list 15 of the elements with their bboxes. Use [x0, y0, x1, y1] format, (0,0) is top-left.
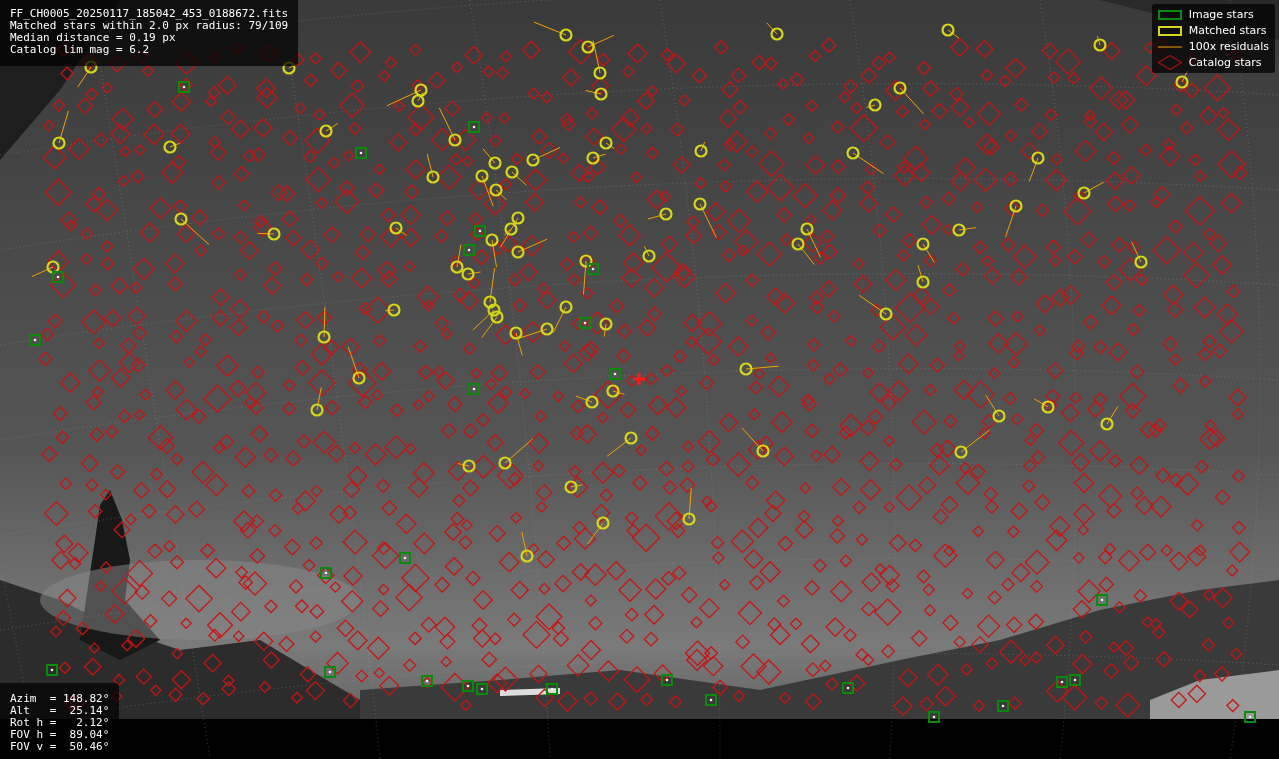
pointing-text: Alt = 25.14° [10, 705, 110, 717]
pointing-text: FOV h = 89.04° [10, 729, 110, 741]
legend-label: Image stars [1188, 8, 1254, 21]
info-text: Median distance = 0.19 px [10, 32, 177, 44]
legend-label: 100x residuals [1188, 40, 1269, 53]
info-text: Matched stars within 2.0 px radius: 79/109 [10, 20, 289, 32]
diamond-icon [1157, 55, 1182, 70]
pointing-text: FOV v = 50.46° [10, 741, 110, 753]
pointing-text: Rot h = 2.12° [10, 717, 110, 729]
residual-line-icon [1157, 44, 1182, 49]
info-text: FF_CH0005_20250117_185042_453_0188672.fits [10, 8, 289, 20]
info-text: Catalog lim mag = 6.2 [10, 44, 151, 56]
legend-label: Catalog stars [1188, 56, 1262, 69]
pointing-text: Azim = 148.82° [10, 693, 110, 705]
legend-label: Matched stars [1188, 24, 1267, 37]
